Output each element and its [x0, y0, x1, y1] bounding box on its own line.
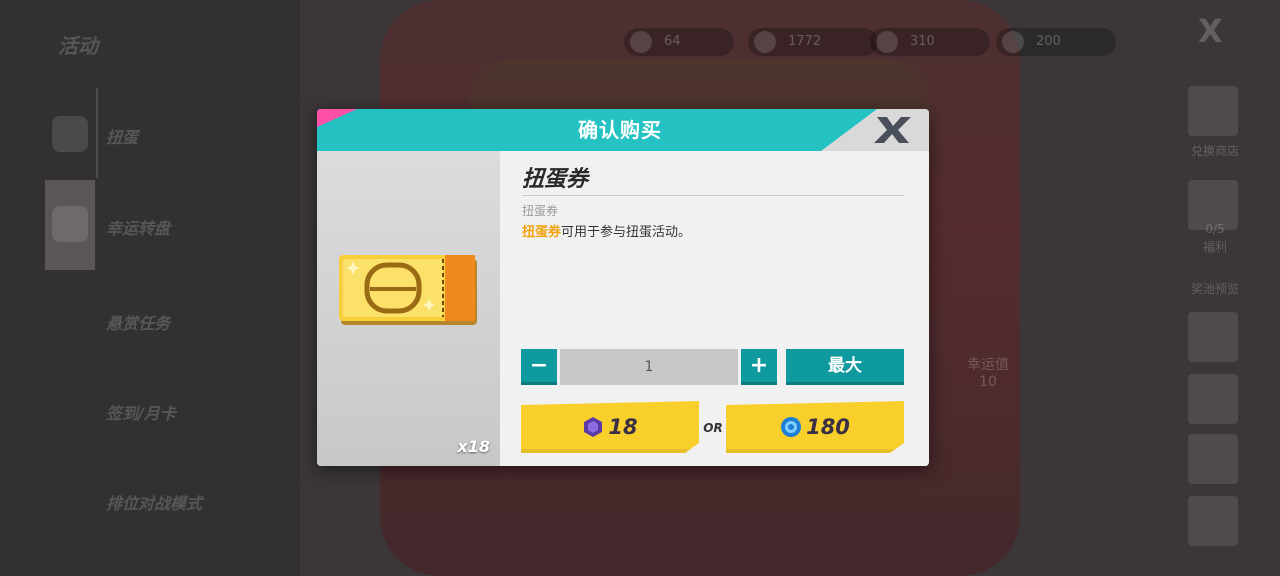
currency-face-token: 1772 [748, 28, 878, 56]
gift-box-icon [52, 206, 88, 242]
item-count: x18 [457, 437, 490, 456]
buy-with-coin-button[interactable]: 180 [726, 401, 904, 453]
item-detail-panel: 扭蛋券 扭蛋券 扭蛋券可用于参与扭蛋活动。 − 1 + 最大 18 OR 180 [500, 151, 929, 466]
pool-preview-label: 奖池预览 [1190, 282, 1239, 296]
close-button[interactable] [871, 113, 915, 147]
item-description-text: 可用于参与扭蛋活动。 [561, 225, 692, 240]
item-description-highlight: 扭蛋券 [522, 225, 562, 240]
pool-item-icon[interactable] [1188, 496, 1238, 546]
confirm-purchase-dialog: 确认购买 x18 扭蛋券 扭蛋券 扭蛋券可用于参与扭蛋活动。 − 1 + 最大 [317, 109, 929, 466]
shop-icon[interactable] [1188, 86, 1238, 136]
currency-ticket: 200 [996, 28, 1116, 56]
purple-crystal-icon [582, 416, 604, 438]
currency-coin: 64 [624, 28, 734, 56]
gacha-ticket-icon [339, 255, 477, 325]
quantity-increase-button[interactable]: + [741, 349, 777, 385]
sidebar-item-bounty[interactable]: 悬赏任务 [106, 310, 170, 334]
gacha-icon [52, 116, 88, 152]
or-label: OR [703, 421, 723, 435]
luck-meter: 幸运值 10 [966, 354, 1010, 390]
sidebar-item-gacha[interactable]: 扭蛋 [106, 124, 138, 148]
sidebar-item-signin[interactable]: 签到/月卡 [106, 400, 176, 424]
sidebar-separator [96, 88, 98, 178]
luck-label: 幸运值 [967, 357, 1009, 373]
gift-label: 福利 [1202, 240, 1227, 254]
buy-with-crystal-button[interactable]: 18 [521, 401, 699, 453]
coin-icon [630, 31, 652, 53]
coin-price: 180 [806, 415, 850, 439]
blue-coin-icon [780, 416, 802, 438]
sidebar-item-lucky-wheel[interactable]: 幸运转盘 [106, 215, 170, 239]
currency-blue-gem: 310 [870, 28, 990, 56]
shop-label: 兑换商店 [1190, 144, 1239, 158]
quantity-decrease-button[interactable]: − [521, 349, 557, 385]
luck-value: 10 [979, 374, 997, 390]
ticket-icon [1002, 31, 1024, 53]
item-preview-panel: x18 [317, 151, 500, 466]
sidebar-title: 活动 [58, 34, 98, 58]
pool-item-icon[interactable] [1188, 434, 1238, 484]
item-type: 扭蛋券 [522, 204, 559, 218]
max-quantity-button[interactable]: 最大 [786, 349, 904, 385]
screen-close-button[interactable]: X [1198, 12, 1223, 50]
divider [522, 195, 904, 196]
dialog-title: 确认购买 [578, 118, 662, 142]
crystal-price: 18 [608, 415, 638, 439]
item-name: 扭蛋券 [522, 167, 589, 192]
face-token-icon [754, 31, 776, 53]
gift-progress: 0/5 [1205, 222, 1225, 236]
sidebar-item-ranked[interactable]: 排位对战模式 [106, 490, 202, 514]
close-x-icon [874, 117, 911, 143]
pool-item-icon[interactable] [1188, 312, 1238, 362]
item-description: 扭蛋券可用于参与扭蛋活动。 [522, 221, 691, 240]
blue-gem-icon [876, 31, 898, 53]
pool-item-icon[interactable] [1188, 374, 1238, 424]
quantity-field[interactable]: 1 [560, 349, 738, 385]
